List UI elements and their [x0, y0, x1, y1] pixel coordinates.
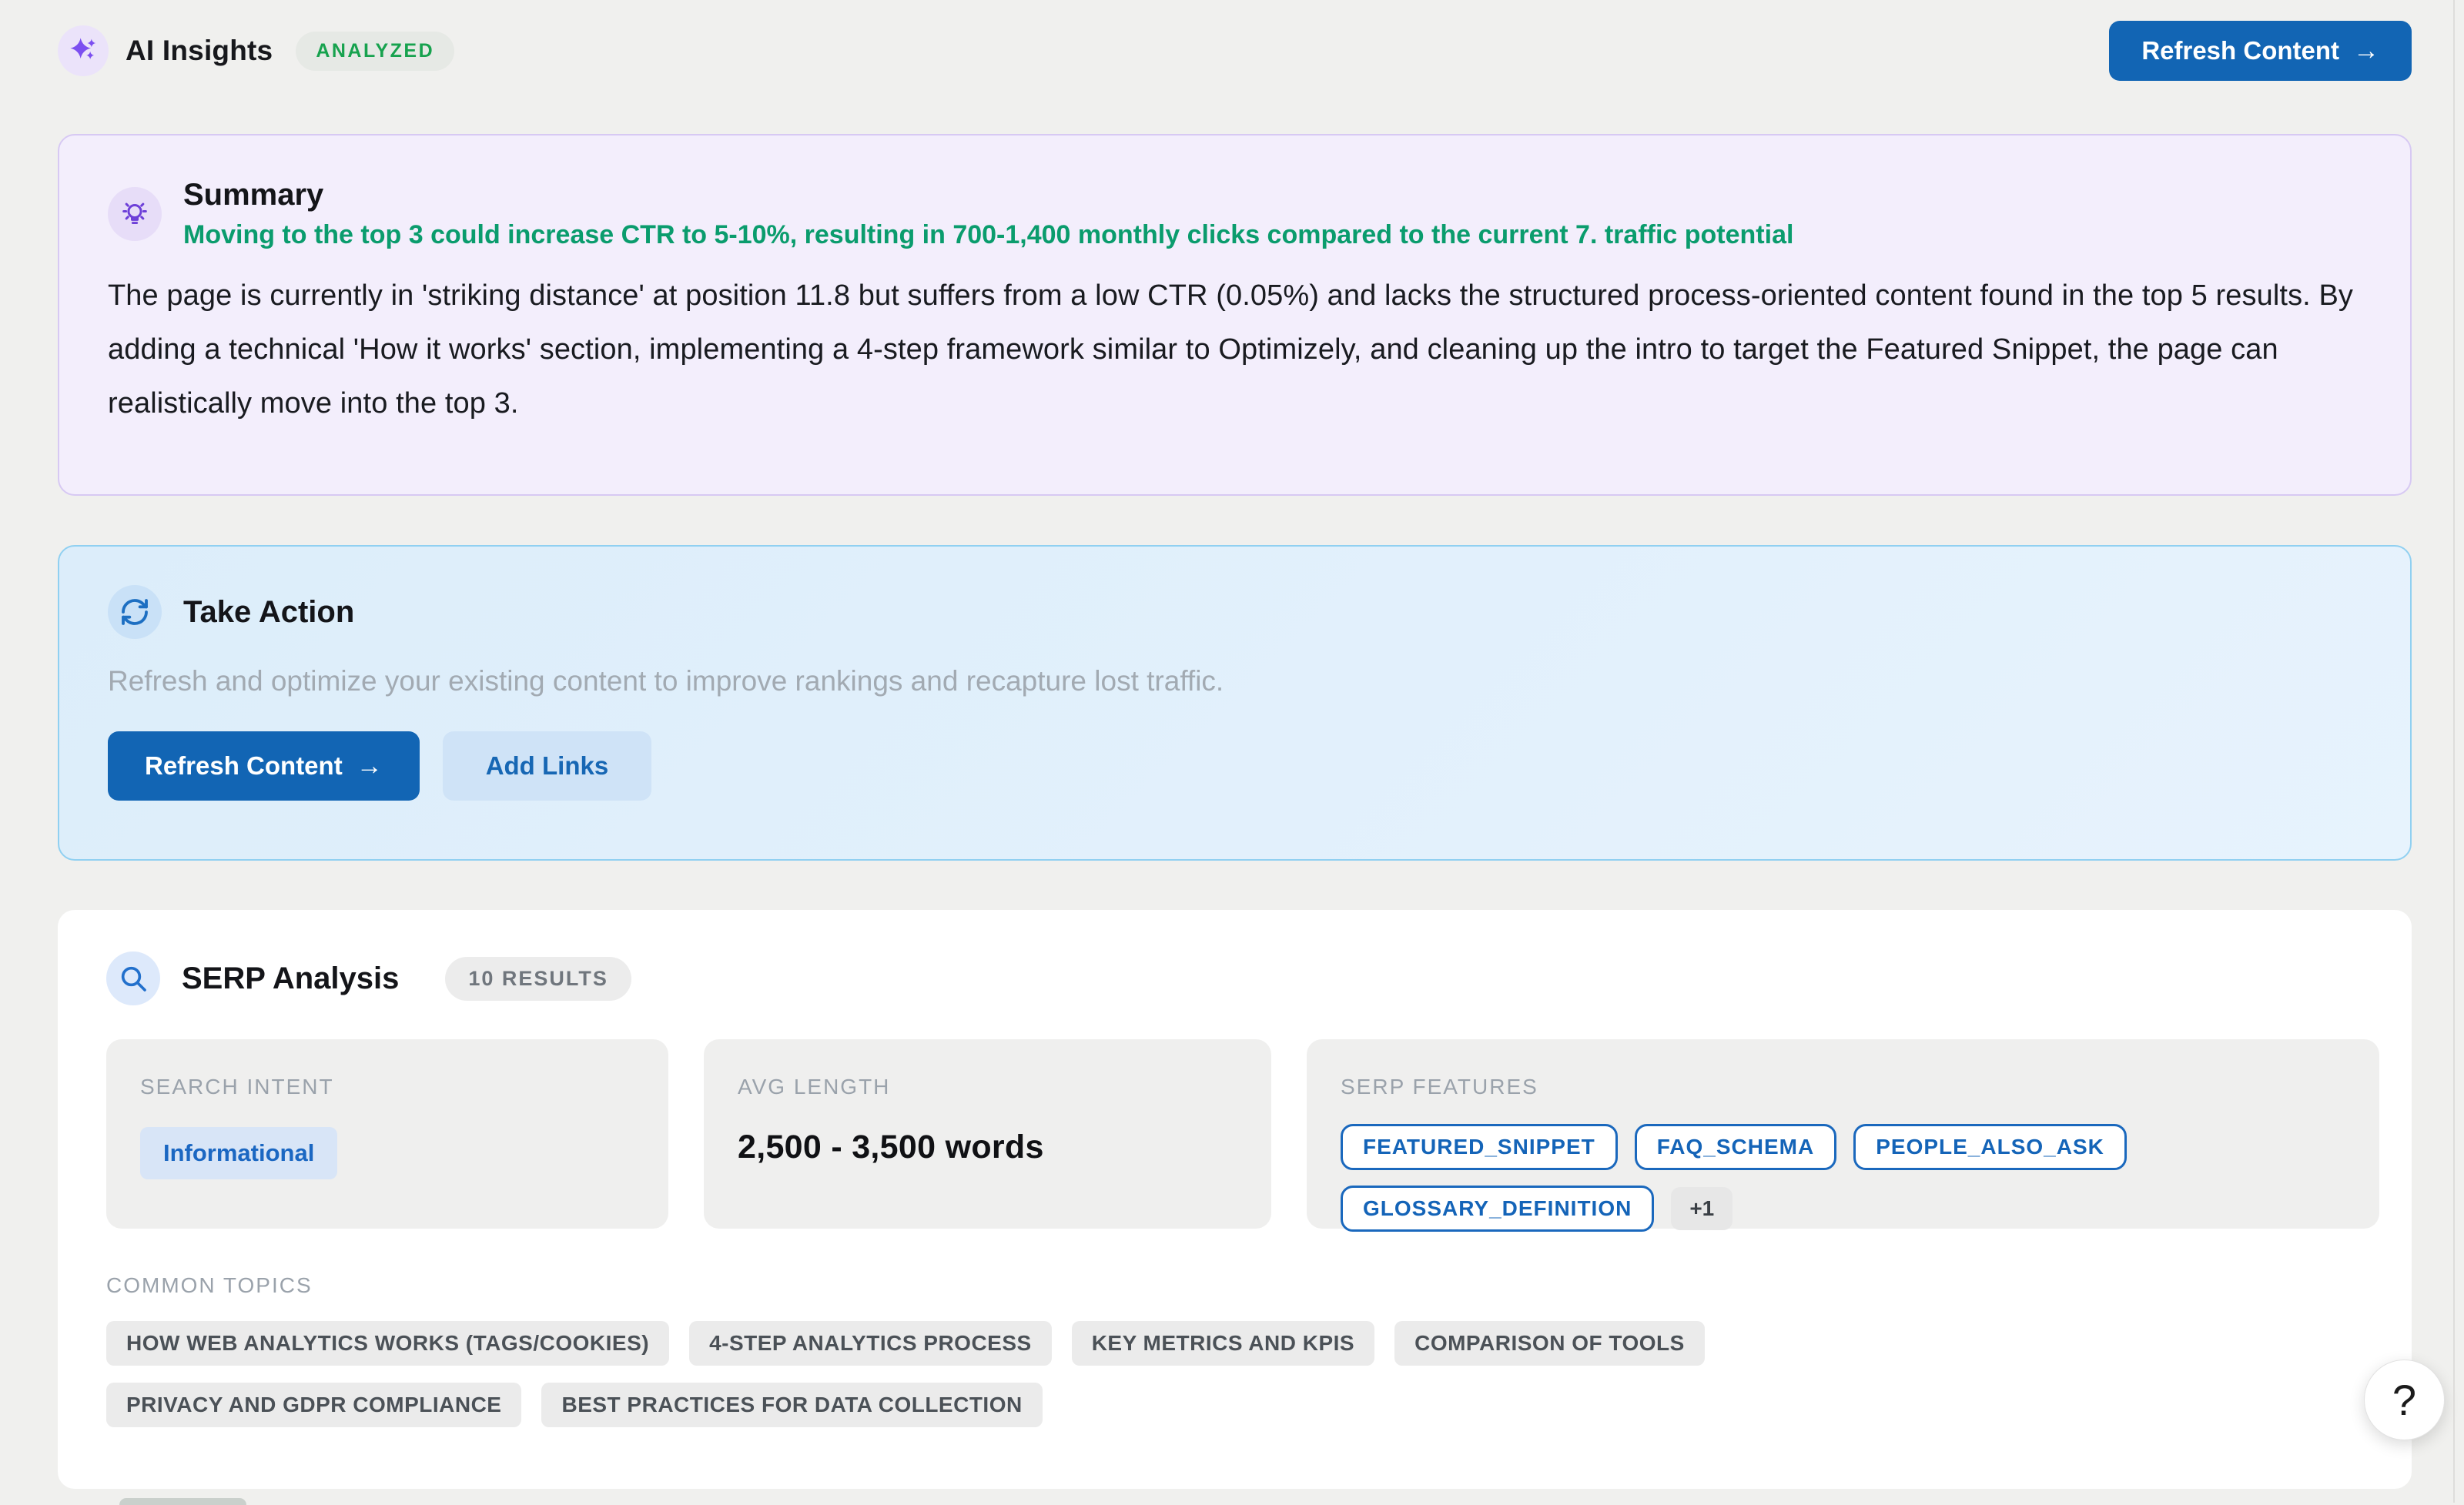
serp-feature-chip: GLOSSARY_DEFINITION	[1341, 1186, 1654, 1232]
panel-right-divider	[2453, 0, 2455, 1503]
panel-header: AI Insights ANALYZED Refresh Content →	[58, 20, 2412, 82]
topic-chip: COMPARISON OF TOOLS	[1394, 1321, 1705, 1366]
serp-analysis-card: SERP Analysis 10 RESULTS SEARCH INTENT I…	[58, 910, 2412, 1489]
status-badge: ANALYZED	[296, 32, 454, 71]
common-topic-chips: HOW WEB ANALYTICS WORKS (TAGS/COOKIES) 4…	[106, 1321, 2108, 1427]
serp-feature-chip: PEOPLE_ALSO_ASK	[1853, 1124, 2127, 1170]
topic-chip: BEST PRACTICES FOR DATA COLLECTION	[541, 1383, 1042, 1427]
topic-chip: PRIVACY AND GDPR COMPLIANCE	[106, 1383, 521, 1427]
avg-length-label: AVG LENGTH	[738, 1075, 1237, 1099]
take-action-header: Take Action	[108, 585, 2364, 639]
help-button[interactable]: ?	[2364, 1360, 2445, 1440]
serp-feature-chips: FEATURED_SNIPPET FAQ_SCHEMA PEOPLE_ALSO_…	[1341, 1124, 2345, 1232]
search-intent-label: SEARCH INTENT	[140, 1075, 634, 1099]
take-action-buttons: Refresh Content → Add Links	[108, 731, 2364, 801]
summary-card: Summary Moving to the top 3 could increa…	[58, 134, 2412, 496]
arrow-right-icon: →	[357, 753, 383, 779]
refresh-icon	[108, 585, 162, 639]
ai-insights-panel: AI Insights ANALYZED Refresh Content → S…	[0, 0, 2464, 1489]
summary-body-text: The page is currently in 'striking dista…	[108, 269, 2364, 430]
serp-features-overflow-chip[interactable]: +1	[1671, 1187, 1732, 1230]
next-section-peek	[119, 1498, 246, 1505]
topic-chip: KEY METRICS AND KPIS	[1072, 1321, 1374, 1366]
serp-feature-chip: FAQ_SCHEMA	[1635, 1124, 1836, 1170]
add-links-label: Add Links	[486, 751, 609, 781]
summary-highlight: Moving to the top 3 could increase CTR t…	[183, 220, 1793, 250]
sparkles-icon	[58, 25, 109, 76]
lightbulb-icon	[108, 187, 162, 241]
avg-length-box: AVG LENGTH 2,500 - 3,500 words	[704, 1039, 1271, 1229]
serp-feature-chip: FEATURED_SNIPPET	[1341, 1124, 1618, 1170]
refresh-content-label: Refresh Content	[145, 751, 343, 781]
results-count-badge: 10 RESULTS	[445, 957, 631, 1001]
search-intent-box: SEARCH INTENT Informational	[106, 1039, 668, 1229]
topic-chip: 4-STEP ANALYTICS PROCESS	[689, 1321, 1052, 1366]
search-icon	[106, 951, 160, 1005]
serp-analysis-title: SERP Analysis	[182, 961, 399, 996]
take-action-card: Take Action Refresh and optimize your ex…	[58, 545, 2412, 861]
refresh-content-button-top[interactable]: Refresh Content →	[2109, 21, 2412, 81]
serp-features-box: SERP FEATURES FEATURED_SNIPPET FAQ_SCHEM…	[1307, 1039, 2379, 1229]
serp-analysis-header: SERP Analysis 10 RESULTS	[106, 951, 2379, 1005]
refresh-content-label: Refresh Content	[2141, 36, 2339, 65]
arrow-right-icon: →	[2353, 38, 2379, 64]
page-title: AI Insights	[126, 35, 273, 67]
serp-stats-row: SEARCH INTENT Informational AVG LENGTH 2…	[106, 1039, 2379, 1229]
avg-length-value: 2,500 - 3,500 words	[738, 1129, 1237, 1166]
take-action-description: Refresh and optimize your existing conte…	[108, 665, 2364, 697]
summary-title: Summary	[183, 177, 1793, 212]
take-action-title: Take Action	[183, 594, 354, 630]
summary-card-header: Summary Moving to the top 3 could increa…	[108, 177, 2364, 250]
common-topics-label: COMMON TOPICS	[106, 1273, 2379, 1298]
topic-chip: HOW WEB ANALYTICS WORKS (TAGS/COOKIES)	[106, 1321, 669, 1366]
search-intent-value-chip: Informational	[140, 1127, 337, 1179]
serp-features-label: SERP FEATURES	[1341, 1075, 2345, 1099]
add-links-button[interactable]: Add Links	[443, 731, 652, 801]
refresh-content-button[interactable]: Refresh Content →	[108, 731, 420, 801]
